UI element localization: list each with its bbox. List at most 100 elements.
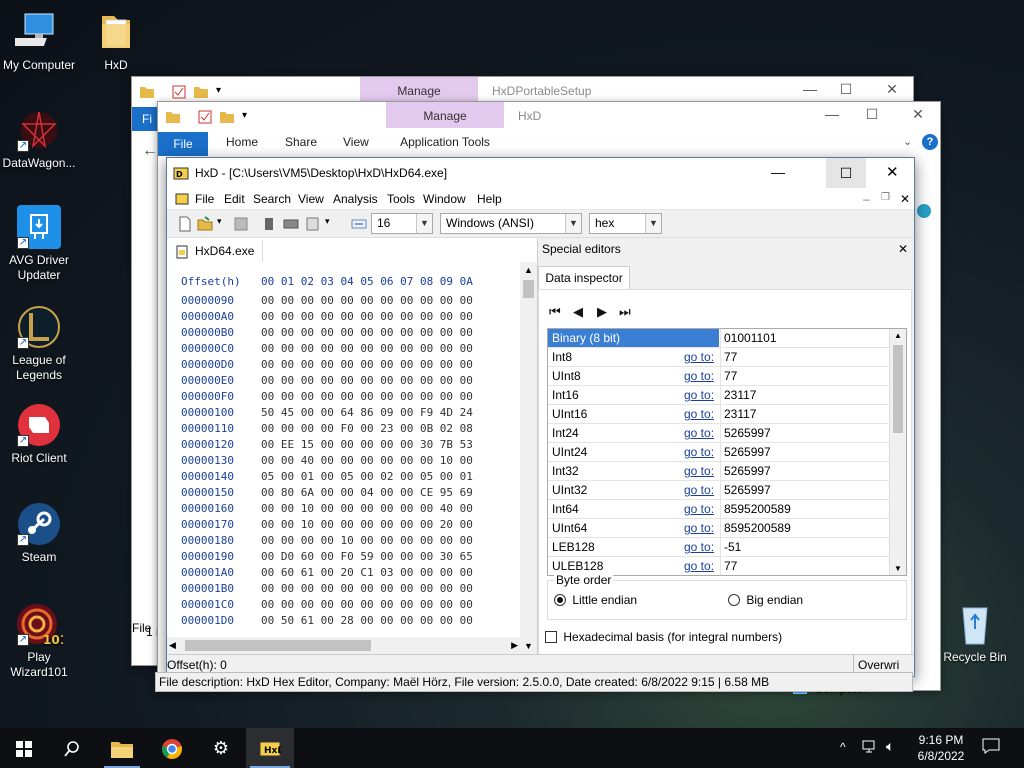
hex-row[interactable]: 00000120 00 EE 15 00 00 00 00 00 30 7B 53 <box>181 437 473 453</box>
hex-row[interactable]: 00000100 50 45 00 00 64 86 09 00 F9 4D 24 <box>181 405 473 421</box>
file-explorer-icon[interactable] <box>98 728 146 768</box>
hex-row[interactable]: 00000140 05 00 01 00 05 00 02 00 05 00 01 <box>181 469 473 485</box>
hex-row[interactable]: 000001B0 00 00 00 00 00 00 00 00 00 00 00 <box>181 581 473 597</box>
hxd-window[interactable]: D HxD - [C:\Users\VM5\Desktop\HxD\HxD64.… <box>166 157 915 677</box>
goto-link[interactable]: go to: <box>684 519 714 537</box>
desktop-icon-wizard101[interactable]: 101 ↗ Play Wizard101 <box>1 602 77 680</box>
desktop-icon-steam[interactable]: ↗ Steam <box>1 502 77 565</box>
minimize-icon[interactable]: — <box>771 164 785 180</box>
start-button[interactable] <box>0 728 48 768</box>
properties-icon[interactable] <box>198 110 212 124</box>
scroll-down-icon[interactable]: ▼ <box>890 564 906 573</box>
inspector-value[interactable]: 5265997 <box>720 424 890 442</box>
hex-bytes[interactable]: 00 00 00 00 00 00 00 00 00 00 00 <box>261 310 473 323</box>
properties-icon[interactable] <box>172 85 186 99</box>
menu-file[interactable]: File <box>195 192 214 206</box>
close-icon[interactable]: ✕ <box>880 81 904 98</box>
hex-bytes[interactable]: 00 60 61 00 20 C1 03 00 00 00 00 <box>261 566 473 579</box>
inspector-value[interactable]: 77 <box>720 557 890 575</box>
inspector-value[interactable]: 23117 <box>720 405 890 423</box>
back-arrow-icon[interactable]: ← <box>142 142 158 160</box>
hex-bytes[interactable]: 00 50 61 00 28 00 00 00 00 00 00 <box>261 614 473 627</box>
scroll-left-icon[interactable]: ◀ <box>169 637 176 654</box>
hex-vertical-scrollbar[interactable]: ▲ ▼ <box>520 262 537 654</box>
hex-bytes[interactable]: 00 00 10 00 00 00 00 00 00 40 00 <box>261 502 473 515</box>
new-file-icon[interactable] <box>177 216 193 232</box>
hex-bytes[interactable]: 00 00 00 00 00 00 00 00 00 00 00 <box>261 342 473 355</box>
open-ram-icon[interactable] <box>283 216 299 232</box>
menu-search[interactable]: Search <box>253 192 291 206</box>
hex-row[interactable]: 000000F0 00 00 00 00 00 00 00 00 00 00 00 <box>181 389 473 405</box>
inspector-value[interactable]: -51 <box>720 538 890 556</box>
inspector-value[interactable]: 77 <box>720 348 890 366</box>
hex-bytes[interactable]: 00 00 40 00 00 00 00 00 00 10 00 <box>261 454 473 467</box>
ribbon-tab-application-tools[interactable]: Application Tools <box>386 132 504 154</box>
mdi-restore-icon[interactable]: ❐ <box>881 192 890 203</box>
export-dropdown-icon[interactable]: ▾ <box>325 216 341 232</box>
scroll-up-icon[interactable]: ▲ <box>520 262 537 278</box>
search-icon[interactable] <box>48 728 96 768</box>
inspector-row[interactable]: UInt32 go to: 5265997 <box>548 481 906 500</box>
desktop-icon-hxd[interactable]: HxD <box>78 10 154 73</box>
inspector-scrollbar[interactable]: ▲ ▼ <box>889 329 906 575</box>
base-select[interactable]: hex ▼ <box>589 213 662 234</box>
mdi-close-icon[interactable]: ✕ <box>900 192 910 206</box>
hex-grid[interactable]: Offset(h) 00 01 02 03 04 05 06 07 08 09 0… <box>181 274 473 629</box>
hex-row[interactable]: 000000D0 00 00 00 00 00 00 00 00 00 00 00 <box>181 357 473 373</box>
help-icon[interactable]: ? <box>922 134 938 150</box>
inspector-value[interactable]: 01001101 <box>720 329 890 347</box>
inspector-row[interactable]: Int8 go to: 77 <box>548 348 906 367</box>
export-icon[interactable] <box>305 216 321 232</box>
hex-basis-checkbox[interactable]: Hexadecimal basis (for integral numbers) <box>545 630 782 644</box>
manage-tab[interactable]: Manage <box>360 77 478 103</box>
inspector-row[interactable]: Binary (8 bit) 01001101 <box>548 329 906 348</box>
hex-row[interactable]: 00000150 00 80 6A 00 00 04 00 00 CE 95 69 <box>181 485 473 501</box>
hex-row[interactable]: 00000190 00 D0 60 00 F0 59 00 00 00 30 65 <box>181 549 473 565</box>
hex-bytes[interactable]: 00 00 00 00 00 00 00 00 00 00 00 <box>261 582 473 595</box>
save-icon[interactable] <box>233 216 249 232</box>
open-file-icon[interactable] <box>197 216 213 232</box>
next-icon[interactable]: ▶ <box>597 304 607 320</box>
inspector-value[interactable]: 5265997 <box>720 481 890 499</box>
inspector-row[interactable]: UInt64 go to: 8595200589 <box>548 519 906 538</box>
goto-link[interactable]: go to: <box>684 405 714 423</box>
menu-window[interactable]: Window <box>423 192 466 206</box>
hex-bytes[interactable]: 00 00 00 00 F0 00 23 00 0B 02 08 <box>261 422 473 435</box>
notification-icon[interactable] <box>982 738 1000 757</box>
ribbon-tab-view[interactable]: View <box>343 135 369 149</box>
desktop-icon-recycle-bin[interactable]: Recycle Bin <box>937 602 1013 665</box>
inspector-table[interactable]: Binary (8 bit) 01001101 Int8 go to: 77 UInt8 g… <box>547 328 907 576</box>
settings-gear-icon[interactable]: ⚙ <box>197 728 245 768</box>
mdi-minimize-icon[interactable]: – <box>863 192 870 206</box>
inspector-row[interactable]: UInt24 go to: 5265997 <box>548 443 906 462</box>
ribbon-tab-file[interactable]: File <box>158 132 208 156</box>
previous-icon[interactable]: ◀ <box>573 304 583 320</box>
desktop-icon-my-computer[interactable]: My Computer <box>1 10 77 73</box>
goto-link[interactable]: go to: <box>684 443 714 461</box>
hex-row[interactable]: 000000C0 00 00 00 00 00 00 00 00 00 00 00 <box>181 341 473 357</box>
little-endian-radio[interactable]: Little endian <box>554 593 637 607</box>
inspector-value[interactable]: 77 <box>720 367 890 385</box>
goto-link[interactable]: go to: <box>684 348 714 366</box>
close-icon[interactable]: ✕ <box>906 106 930 123</box>
scroll-down-icon[interactable]: ▼ <box>520 638 537 654</box>
charset-select[interactable]: Windows (ANSI) ▼ <box>440 213 582 234</box>
goto-link[interactable]: go to: <box>684 367 714 385</box>
ribbon-tab-share[interactable]: Share <box>285 135 317 149</box>
menu-view[interactable]: View <box>298 192 324 206</box>
desktop-icon-avg[interactable]: ↗ AVG Driver Updater <box>1 205 77 283</box>
inspector-value[interactable]: 5265997 <box>720 462 890 480</box>
desktop-icon-riot[interactable]: ↗ Riot Client <box>1 403 77 466</box>
hex-row[interactable]: 00000110 00 00 00 00 F0 00 23 00 0B 02 08 <box>181 421 473 437</box>
hex-row[interactable]: 000000E0 00 00 00 00 00 00 00 00 00 00 00 <box>181 373 473 389</box>
minimize-icon[interactable]: — <box>798 81 822 97</box>
inspector-value[interactable]: 8595200589 <box>720 519 890 537</box>
clock[interactable]: 9:16 PM 6/8/2022 <box>913 732 969 764</box>
inspector-value[interactable]: 8595200589 <box>720 500 890 518</box>
inspector-row[interactable]: Int32 go to: 5265997 <box>548 462 906 481</box>
network-icon[interactable] <box>862 738 878 757</box>
hex-bytes[interactable]: 00 80 6A 00 00 04 00 00 CE 95 69 <box>261 486 473 499</box>
hex-editor-pane[interactable]: HxD64.exe Offset(h) 00 01 02 03 04 05 06 … <box>167 238 537 676</box>
show-hidden-icons-chevron-up-icon[interactable]: ^ <box>840 740 846 754</box>
scroll-up-icon[interactable]: ▲ <box>890 331 906 340</box>
